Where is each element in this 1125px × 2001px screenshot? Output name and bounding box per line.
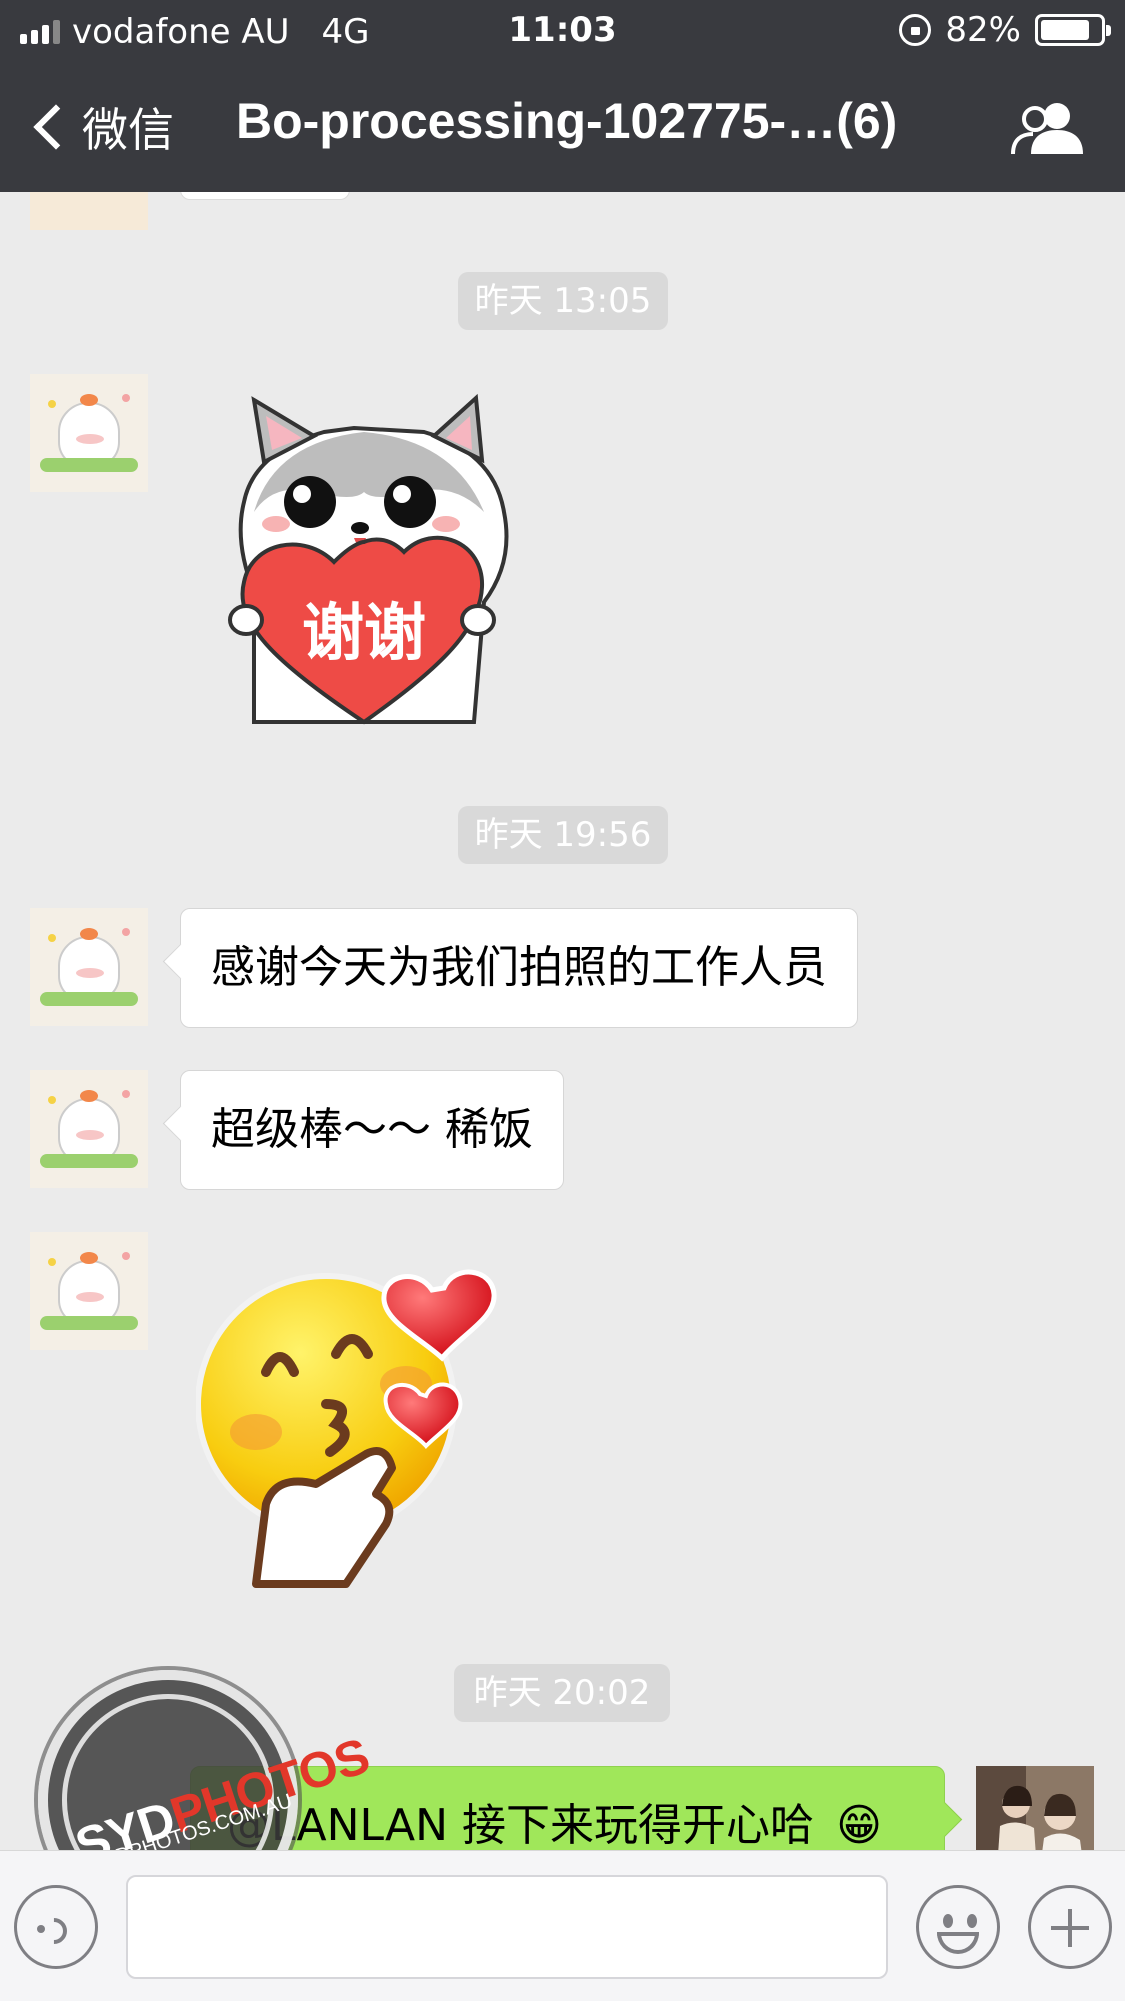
back-button[interactable]: 微信 (28, 94, 174, 160)
avatar-photo (976, 1766, 1094, 1850)
kiss-emoji-sticker[interactable] (196, 1254, 536, 1594)
husky-thanks-sticker[interactable]: 谢谢 (214, 392, 514, 732)
battery-percent: 82% (945, 10, 1021, 50)
avatar[interactable] (30, 1232, 148, 1350)
message-bubble[interactable]: 感谢今天为我们拍照的工作人员 (180, 908, 858, 1028)
chat-area[interactable]: 昨天 13:05 谢谢 昨天 19:56 感谢今天为我们拍照的工作人员 超级棒～… (0, 192, 1125, 1850)
avatar[interactable] (30, 1070, 148, 1188)
timestamp: 昨天 20:02 (454, 1664, 670, 1722)
message-bubble[interactable]: 超级棒～～ 稀饭 (180, 1070, 564, 1190)
avatar[interactable] (30, 374, 148, 492)
message-text: @LANLAN 接下来玩得开心哈 (227, 1800, 815, 1850)
avatar[interactable] (30, 908, 148, 1026)
sticker-text: 谢谢 (302, 596, 426, 669)
timestamp: 昨天 19:56 (458, 806, 668, 864)
plus-icon[interactable] (1028, 1885, 1112, 1969)
nav-bar: 微信 Bo-processing-102775-…(6) (0, 64, 1125, 192)
battery-fill (1041, 20, 1089, 40)
status-bar: vodafone AU 4G 11:03 82% (0, 0, 1125, 64)
chevron-left-icon (33, 104, 79, 150)
message-bubble[interactable] (180, 192, 350, 200)
my-avatar[interactable] (976, 1766, 1094, 1850)
back-label: 微信 (82, 103, 174, 157)
emoji-icon[interactable] (916, 1885, 1000, 1969)
voice-icon[interactable] (14, 1885, 98, 1969)
rotation-lock-icon (899, 14, 932, 46)
chat-title: Bo-processing-102775-…(6) (236, 93, 898, 149)
group-people-icon[interactable] (1011, 100, 1087, 156)
grin-emoji-icon: 😁 (836, 1800, 882, 1850)
timestamp: 昨天 13:05 (458, 272, 668, 330)
status-right: 82% (899, 10, 1111, 50)
avatar[interactable] (30, 192, 148, 230)
battery-icon (1035, 14, 1111, 46)
input-bar (0, 1850, 1125, 2001)
message-input[interactable] (126, 1875, 888, 1979)
